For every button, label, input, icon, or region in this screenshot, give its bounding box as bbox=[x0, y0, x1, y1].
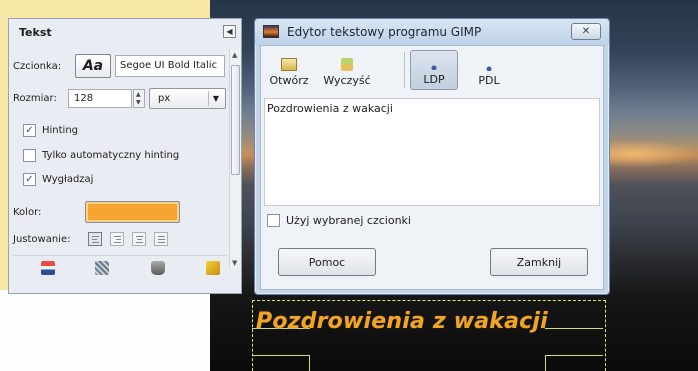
panel-scrollbar[interactable]: ▲ ▼ bbox=[229, 49, 241, 269]
justify-center-button[interactable] bbox=[132, 232, 146, 246]
hinting-checkbox[interactable]: ✓ bbox=[23, 123, 36, 137]
chevron-left-icon: ◀ bbox=[226, 27, 233, 36]
dialog-titlebar[interactable]: Edytor tekstowy programu GIMP ✕ bbox=[255, 19, 609, 45]
help-button[interactable]: Pomoc bbox=[278, 248, 376, 276]
panel-title: Tekst bbox=[19, 26, 52, 39]
font-chooser-button[interactable]: Aa bbox=[75, 54, 111, 78]
text-frame-handle[interactable] bbox=[252, 355, 310, 356]
text-frame-handle[interactable] bbox=[545, 355, 603, 356]
canvas-text-layer[interactable]: Pozdrowienia z wakacji bbox=[256, 309, 548, 334]
hinting-label: Hinting bbox=[42, 124, 79, 136]
size-input[interactable]: 128 bbox=[68, 89, 132, 108]
justify-fill-button[interactable] bbox=[154, 232, 168, 246]
size-label: Rozmiar: bbox=[13, 93, 57, 104]
antialias-label: Wygładzaj bbox=[42, 173, 94, 185]
antialias-checkbox[interactable]: ✓ bbox=[23, 172, 36, 186]
delete-icon[interactable] bbox=[151, 261, 165, 275]
folder-icon bbox=[281, 58, 297, 71]
justify-label: Justowanie: bbox=[13, 234, 71, 245]
dialog-client-area: Otwórz Wyczyść LDP PDL Pozdrowienia z wa… bbox=[260, 45, 604, 290]
close-button[interactable]: Zamknij bbox=[490, 248, 588, 276]
text-frame-handle[interactable] bbox=[309, 355, 310, 371]
unit-select[interactable]: px ▼ bbox=[149, 88, 226, 109]
text-editor-area[interactable]: Pozdrowienia z wakacji bbox=[264, 98, 600, 206]
ltr-label: LDP bbox=[423, 73, 445, 86]
use-selected-font-checkbox[interactable] bbox=[267, 214, 280, 227]
save-icon[interactable] bbox=[41, 261, 55, 275]
dialog-title: Edytor tekstowy programu GIMP bbox=[287, 25, 482, 39]
use-selected-font-label: Użyj wybranej czcionki bbox=[286, 214, 411, 227]
font-label: Czcionka: bbox=[13, 61, 62, 72]
rtl-button[interactable]: PDL bbox=[465, 50, 513, 90]
auto-hinting-label: Tylko automatyczny hinting bbox=[42, 149, 180, 161]
use-selected-font-option[interactable]: Użyj wybranej czcionki bbox=[267, 214, 411, 227]
scroll-up-icon[interactable]: ▲ bbox=[232, 51, 237, 59]
restore-icon[interactable] bbox=[95, 261, 109, 275]
auto-hinting-checkbox[interactable] bbox=[23, 148, 36, 162]
spin-up-icon[interactable]: ▲ bbox=[136, 91, 141, 98]
text-color-button[interactable] bbox=[85, 201, 180, 223]
text-direction-rtl-icon bbox=[481, 61, 497, 71]
close-window-button[interactable]: ✕ bbox=[571, 23, 601, 40]
dropdown-arrow-icon[interactable]: ▼ bbox=[208, 91, 223, 106]
close-icon: ✕ bbox=[581, 26, 591, 37]
font-name-field[interactable]: Segoe UI Bold Italic bbox=[115, 55, 225, 77]
gimp-app-icon bbox=[263, 25, 279, 38]
scroll-down-icon[interactable]: ▼ bbox=[232, 259, 237, 267]
color-label: Kolor: bbox=[13, 207, 42, 218]
open-label: Otwórz bbox=[269, 74, 309, 87]
unit-value: px bbox=[158, 93, 171, 104]
hinting-option[interactable]: ✓ Hinting bbox=[23, 122, 78, 138]
canvas-padding bbox=[0, 290, 210, 371]
text-tool-options-panel: Tekst ◀ Czcionka: Aa Segoe UI Bold Itali… bbox=[8, 18, 242, 294]
rtl-label: PDL bbox=[478, 74, 500, 87]
text-frame-handle[interactable] bbox=[545, 328, 603, 329]
scrollbar-thumb[interactable] bbox=[231, 65, 240, 175]
panel-menu-button[interactable]: ◀ bbox=[223, 25, 236, 38]
text-direction-ltr-icon bbox=[426, 60, 442, 70]
text-editor-dialog: Edytor tekstowy programu GIMP ✕ Otwórz W… bbox=[254, 18, 610, 295]
clear-button[interactable]: Wyczyść bbox=[317, 50, 377, 90]
justify-left-button[interactable] bbox=[88, 232, 102, 246]
spin-down-icon[interactable]: ▼ bbox=[136, 99, 141, 106]
divider bbox=[13, 255, 227, 256]
open-button[interactable]: Otwórz bbox=[265, 50, 313, 90]
auto-hinting-option[interactable]: Tylko automatyczny hinting bbox=[23, 147, 179, 163]
clear-label: Wyczyść bbox=[323, 74, 371, 87]
antialias-option[interactable]: ✓ Wygładzaj bbox=[23, 171, 93, 187]
reset-icon[interactable] bbox=[206, 261, 220, 275]
text-frame-handle[interactable] bbox=[545, 355, 546, 371]
ltr-button[interactable]: LDP bbox=[410, 50, 458, 90]
size-spinner[interactable]: ▲ ▼ bbox=[133, 89, 145, 108]
broom-icon bbox=[341, 58, 353, 71]
justify-right-button[interactable] bbox=[110, 232, 124, 246]
toolbar-separator bbox=[404, 52, 405, 88]
